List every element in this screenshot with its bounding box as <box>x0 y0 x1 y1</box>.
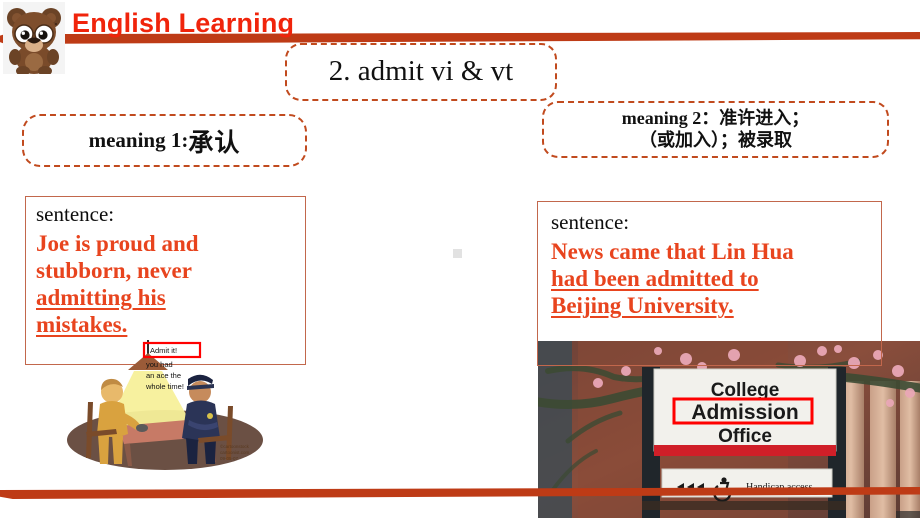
interrogation-cartoon-image: Admit it! you had an ace the whole time!… <box>60 340 275 475</box>
sentence-left-line-4: mistakes. <box>36 312 128 338</box>
svg-text:©cartoonstock: ©cartoonstock <box>220 443 250 449</box>
heading-text: 2. admit vi & vt <box>328 55 514 88</box>
sign-line-2: Admission <box>691 401 798 424</box>
cartoon-caption-line-2: you had <box>146 360 173 369</box>
cartoon-caption-line-1: Admit it! <box>150 346 177 355</box>
cartoon-caption-line-3: an ace the <box>146 371 181 380</box>
sentence-left-line-3: admitting his <box>36 285 166 311</box>
meaning-1-label: meaning 1: <box>88 128 189 152</box>
slide: English Learning 2. admit vi & vt meanin… <box>0 0 920 518</box>
page-title: English Learning <box>72 8 295 38</box>
sentence-left-line-2: stubborn, never <box>36 258 192 284</box>
sub-sign-text: Handicap access <box>746 482 812 493</box>
meaning-2-callout: meaning 2：准许进入； （或加入）；被录取 <box>542 101 889 158</box>
sign-line-3: Office <box>718 426 772 447</box>
sentence-right-label: sentence: <box>551 210 630 234</box>
sentence-left-body: Joe is proud and stubborn, never admitti… <box>36 230 296 339</box>
svg-text:cartoonist.com: cartoonist.com <box>220 450 250 455</box>
placeholder-marker <box>453 249 462 258</box>
heading-callout: 2. admit vi & vt <box>285 43 557 101</box>
bear-mascot-icon <box>3 2 65 74</box>
sentence-right-body: News came that Lin Hua had been admitted… <box>551 238 876 319</box>
sentence-right-line-1: News came that Lin Hua <box>551 239 794 264</box>
meaning-2-line-2: （或加入）；被录取 <box>639 129 792 150</box>
meaning-2-line-1: meaning 2：准许进入； <box>621 108 810 129</box>
meaning-1-chinese: 承认 <box>188 129 241 157</box>
sentence-right-line-3: Beijing University. <box>551 293 734 319</box>
cartoon-credit: ©cartoonstock cartoonist.com 09-05-07 <box>220 443 250 461</box>
sentence-right-line-2: had been admitted to <box>551 266 759 292</box>
college-admission-office-photo: College Admission Office Handicap access <box>538 341 920 518</box>
sentence-left-line-1: Joe is proud and <box>36 231 199 256</box>
sentence-left-label: sentence: <box>36 202 115 226</box>
cartoon-caption-line-4: whole time! <box>145 382 184 391</box>
svg-text:09-05-07: 09-05-07 <box>220 456 239 461</box>
meaning-1-callout: meaning 1: 承认 <box>22 114 307 167</box>
